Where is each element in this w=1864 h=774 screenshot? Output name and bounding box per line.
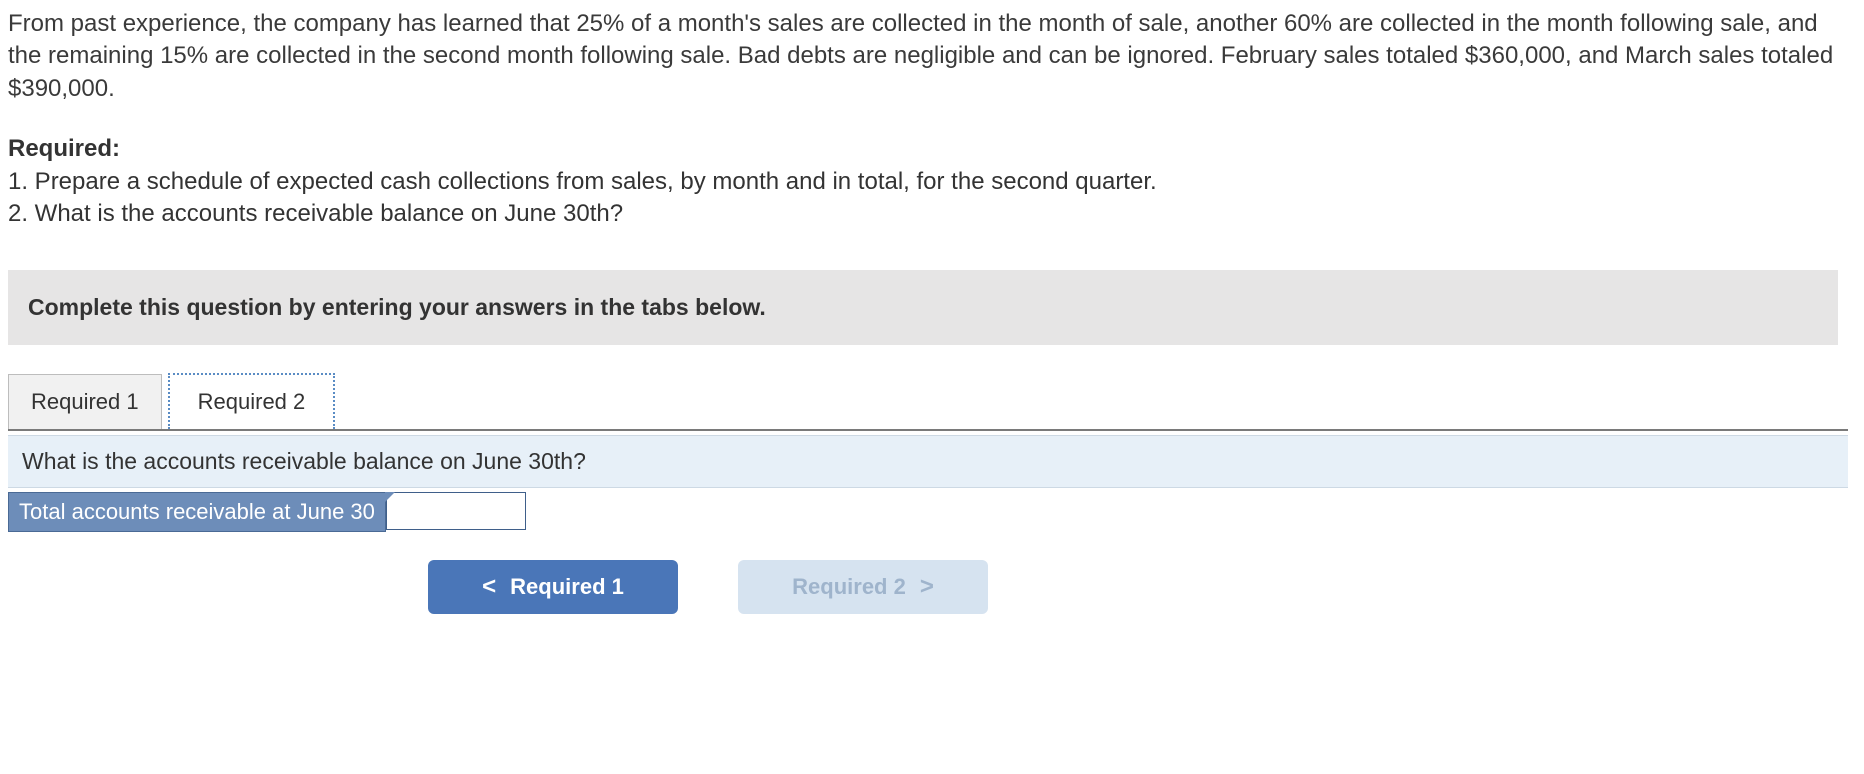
chevron-left-icon: < [482, 573, 496, 601]
answer-label: Total accounts receivable at June 30 [8, 492, 386, 532]
tab-required-1[interactable]: Required 1 [8, 374, 162, 429]
tabs: Required 1 Required 2 [8, 373, 1848, 429]
tab-underline [8, 429, 1848, 431]
required-block: Required: 1. Prepare a schedule of expec… [8, 133, 1856, 230]
nav-buttons: < Required 1 Required 2 > [428, 560, 1856, 614]
tab-required-2[interactable]: Required 2 [168, 373, 336, 429]
problem-paragraph: From past experience, the company has le… [8, 8, 1856, 105]
prev-button-label: Required 1 [510, 574, 624, 600]
subquestion-text: What is the accounts receivable balance … [8, 435, 1848, 488]
next-button[interactable]: Required 2 > [738, 560, 988, 614]
required-item-2: 2. What is the accounts receivable balan… [8, 198, 1856, 230]
accounts-receivable-input[interactable] [386, 492, 526, 530]
chevron-right-icon: > [920, 573, 934, 601]
prev-button[interactable]: < Required 1 [428, 560, 678, 614]
next-button-label: Required 2 [792, 574, 906, 600]
input-notch-icon [385, 492, 395, 502]
answer-row: Total accounts receivable at June 30 [8, 492, 1856, 532]
required-item-1: 1. Prepare a schedule of expected cash c… [8, 166, 1856, 198]
instruction-bar: Complete this question by entering your … [8, 270, 1838, 345]
required-heading: Required: [8, 133, 1856, 165]
